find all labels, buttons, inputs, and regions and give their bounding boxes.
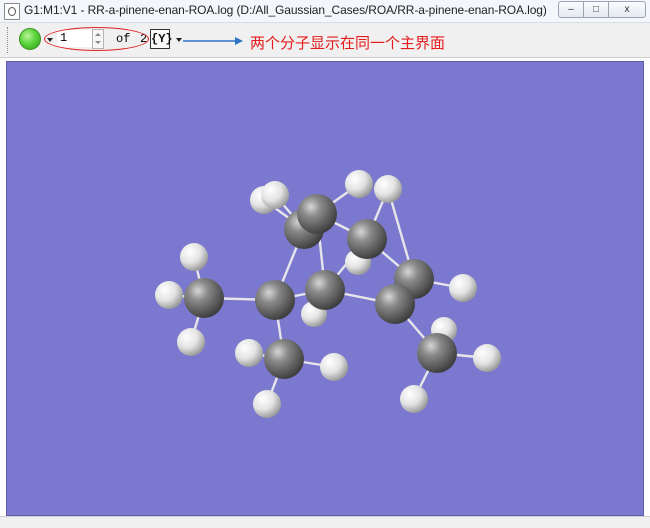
annotation-arrow-icon bbox=[183, 37, 243, 45]
carbon-atom-c5[interactable] bbox=[255, 280, 295, 320]
minimize-button[interactable]: – bbox=[558, 1, 584, 18]
carbon-atom-c6[interactable] bbox=[184, 278, 224, 318]
annotation-text: 两个分子显示在同一个主界面 bbox=[250, 35, 446, 52]
gaussview-document-icon bbox=[4, 3, 20, 20]
hydrogen-atom-h2[interactable] bbox=[261, 181, 289, 209]
hydrogen-atom-h6[interactable] bbox=[180, 243, 208, 271]
status-bar bbox=[0, 516, 650, 528]
maximize-button[interactable]: □ bbox=[583, 1, 609, 18]
window-title: G1:M1:V1 - RR-a-pinene-enan-ROA.log (D:/… bbox=[24, 3, 547, 17]
hydrogen-atom-h12[interactable] bbox=[320, 353, 348, 381]
hydrogen-atom-h8[interactable] bbox=[177, 328, 205, 356]
molecule-viewport[interactable] bbox=[6, 61, 644, 516]
molecule-scene[interactable] bbox=[7, 62, 643, 515]
hydrogen-atom-h10[interactable] bbox=[449, 274, 477, 302]
carbon-atom-c10[interactable] bbox=[417, 333, 457, 373]
hydrogen-atom-h7[interactable] bbox=[155, 281, 183, 309]
hydrogen-atom-h16[interactable] bbox=[400, 385, 428, 413]
carbon-atom-c7[interactable] bbox=[375, 284, 415, 324]
movie-button[interactable]: {Y} bbox=[150, 29, 173, 49]
title-bar[interactable]: G1:M1:V1 - RR-a-pinene-enan-ROA.log (D:/… bbox=[0, 0, 650, 23]
hydrogen-atom-h15[interactable] bbox=[473, 344, 501, 372]
highlight-ellipse bbox=[44, 27, 149, 51]
frame-toolbar: 1 of 2 {Y} 两个分子显示在同一个主界面 bbox=[0, 23, 650, 58]
carbon-atom-c9[interactable] bbox=[264, 339, 304, 379]
movie-dropdown-arrow-icon[interactable] bbox=[176, 38, 182, 42]
toolbar-grip[interactable] bbox=[7, 27, 11, 53]
carbon-atom-c3[interactable] bbox=[347, 219, 387, 259]
hydrogen-atom-h3[interactable] bbox=[345, 170, 373, 198]
hydrogen-atom-h4[interactable] bbox=[374, 175, 402, 203]
hydrogen-atom-h11[interactable] bbox=[235, 339, 263, 367]
carbon-atom-c4[interactable] bbox=[305, 270, 345, 310]
close-button[interactable]: x bbox=[608, 1, 646, 18]
carbon-atom-c2[interactable] bbox=[297, 194, 337, 234]
status-green-icon[interactable] bbox=[19, 28, 41, 50]
hydrogen-atom-h13[interactable] bbox=[253, 390, 281, 418]
